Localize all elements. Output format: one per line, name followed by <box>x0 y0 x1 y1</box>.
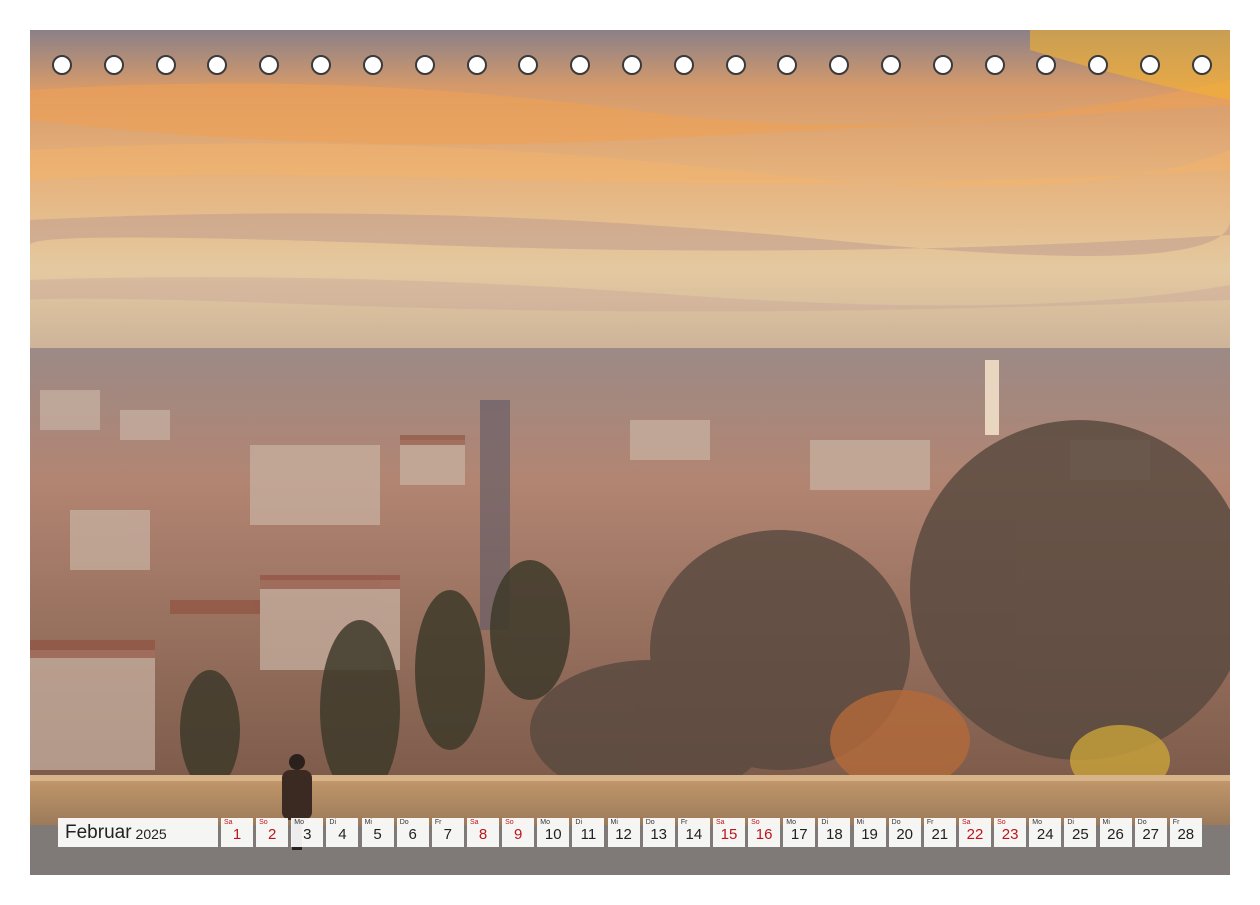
binding-hole <box>103 55 124 75</box>
day-cell: Do 13 <box>642 818 675 847</box>
day-number: 21 <box>931 826 949 843</box>
day-cell: Di 4 <box>326 818 359 847</box>
day-number: 11 <box>580 826 597 843</box>
binding-hole <box>207 55 228 75</box>
binding-hole <box>932 55 953 75</box>
day-cell: Mo 3 <box>291 818 324 847</box>
day-cell: Fr 7 <box>431 818 464 847</box>
day-number: 22 <box>966 826 984 843</box>
month-year: 2025 <box>135 826 167 842</box>
binding-hole <box>362 55 383 75</box>
day-number: 26 <box>1107 826 1124 843</box>
month-name: Februar <box>65 821 132 843</box>
binding-hole <box>155 55 176 75</box>
day-number: 14 <box>685 826 703 843</box>
day-row: Sa 1 So 2 Mo 3 Di 4 Mi 5 Do 6 Fr 7 Sa 8 So 9 Mo 10 Di 11 Mi 12 D… <box>221 818 1205 847</box>
day-cell: Mi 26 <box>1099 818 1132 847</box>
binding-hole <box>52 55 72 75</box>
day-cell: Di 18 <box>818 818 851 847</box>
binding-hole <box>466 55 487 75</box>
day-cell: Di 25 <box>1064 818 1097 847</box>
day-cell: Mi 19 <box>853 818 886 847</box>
binding-hole <box>673 55 694 75</box>
day-cell: Mi 5 <box>361 818 394 847</box>
day-number: 16 <box>755 826 773 843</box>
day-number: 8 <box>478 826 488 843</box>
binding-holes <box>52 55 1212 79</box>
day-cell: Do 27 <box>1134 818 1167 847</box>
day-number: 1 <box>232 826 242 843</box>
day-number: 19 <box>861 826 878 843</box>
day-number: 4 <box>338 826 347 843</box>
day-cell: Mi 12 <box>607 818 640 847</box>
day-cell: Do 6 <box>396 818 429 847</box>
day-number: 10 <box>544 826 562 843</box>
day-cell: Mo 10 <box>537 818 570 847</box>
binding-hole <box>881 55 901 75</box>
calendar-strip: Februar 2025 Sa 1 So 2 Mo 3 Di 4 Mi 5 Do 6 Fr 7 Sa 8 So 9… <box>58 818 1205 847</box>
day-cell: Sa 1 <box>221 818 253 847</box>
day-cell: Di 11 <box>572 818 605 847</box>
binding-hole <box>518 55 539 75</box>
city-sunset-illustration <box>30 30 1230 875</box>
day-number: 9 <box>513 826 523 843</box>
binding-hole <box>1036 55 1057 75</box>
binding-hole <box>259 55 280 75</box>
day-cell: So 16 <box>748 818 781 847</box>
day-number: 5 <box>373 826 382 843</box>
binding-hole <box>1088 55 1109 75</box>
day-cell: Sa 22 <box>958 818 991 847</box>
day-number: 2 <box>267 826 277 843</box>
day-number: 24 <box>1036 826 1054 843</box>
day-number: 23 <box>1001 826 1019 843</box>
day-cell: Sa 15 <box>712 818 745 847</box>
binding-hole <box>414 55 435 75</box>
day-cell: So 2 <box>256 818 289 847</box>
day-number: 13 <box>650 826 668 843</box>
day-number: 28 <box>1177 826 1195 843</box>
day-number: 7 <box>443 826 453 843</box>
binding-hole <box>777 55 798 75</box>
calendar-photo <box>30 30 1230 875</box>
binding-hole <box>984 55 1005 75</box>
day-number: 27 <box>1142 826 1159 843</box>
day-cell: Fr 21 <box>923 818 956 847</box>
day-cell: Fr 14 <box>677 818 710 847</box>
day-number: 25 <box>1072 826 1089 843</box>
day-number: 3 <box>303 826 312 843</box>
day-number: 18 <box>826 826 843 843</box>
binding-hole <box>725 55 746 75</box>
day-cell: Fr 28 <box>1169 818 1202 847</box>
month-label: Februar 2025 <box>58 818 218 847</box>
binding-hole <box>829 55 850 75</box>
day-cell: Do 20 <box>888 818 921 847</box>
day-cell: So 9 <box>502 818 535 847</box>
day-cell: Mo 17 <box>783 818 816 847</box>
day-number: 15 <box>720 826 738 843</box>
day-cell: So 23 <box>994 818 1027 847</box>
day-cell: Sa 8 <box>466 818 499 847</box>
day-number: 17 <box>790 826 808 843</box>
binding-hole <box>1191 55 1212 75</box>
binding-hole <box>621 55 642 75</box>
day-number: 20 <box>896 826 914 843</box>
binding-hole <box>1140 55 1161 75</box>
binding-hole <box>570 55 591 75</box>
day-cell: Mo 24 <box>1029 818 1062 847</box>
binding-hole <box>311 55 332 75</box>
day-number: 6 <box>408 826 417 843</box>
day-number: 12 <box>615 826 632 843</box>
